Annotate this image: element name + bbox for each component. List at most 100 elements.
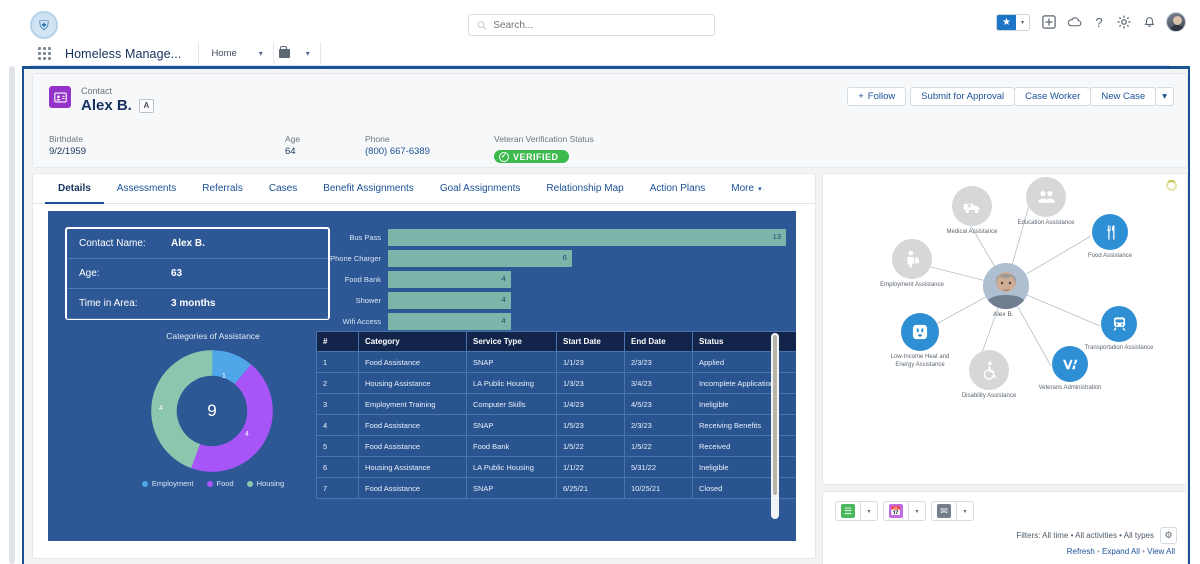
new-case-button[interactable]: New Case xyxy=(1090,87,1157,106)
cell-number: 7 xyxy=(316,477,359,499)
new-task-chevron-down-icon[interactable]: ▾ xyxy=(860,502,877,520)
favorites-button[interactable]: ★ ▾ xyxy=(996,13,1030,31)
tab-assessments[interactable]: Assessments xyxy=(104,174,189,204)
case-worker-button[interactable]: Case Worker xyxy=(1014,87,1092,106)
col-header-category[interactable]: Category xyxy=(358,331,467,352)
help-icon[interactable]: ? xyxy=(1091,14,1107,30)
cell-service-type: Computer Skills xyxy=(466,393,557,415)
follow-label: Follow xyxy=(867,91,896,102)
gear-icon[interactable]: ⚙ xyxy=(1160,527,1177,544)
object-chevron-down-icon[interactable]: ▾ xyxy=(296,42,320,66)
log-email-button[interactable]: ✉ ▾ xyxy=(931,501,974,521)
page-scrollbar[interactable] xyxy=(9,66,15,564)
app-launcher-icon[interactable] xyxy=(38,46,52,61)
col-header-service-type[interactable]: Service Type xyxy=(466,331,557,352)
cell-service-type: LA Public Housing xyxy=(466,456,557,478)
log-email-chevron-down-icon[interactable]: ▾ xyxy=(956,502,973,520)
task-icon[interactable]: ☰ xyxy=(836,502,860,520)
calendar-icon[interactable]: 📅 xyxy=(884,502,908,520)
map-center-node-avatar[interactable] xyxy=(983,263,1029,309)
cell-service-type: LA Public Housing xyxy=(466,372,557,394)
bar-row: Bus Pass 13 xyxy=(316,227,786,247)
col-header-end-date[interactable]: End Date xyxy=(624,331,693,352)
table-row[interactable]: 6 Housing Assistance LA Public Housing 1… xyxy=(316,456,796,478)
col-header-number[interactable]: # xyxy=(316,331,359,352)
accessibility-chip[interactable]: A xyxy=(138,99,154,113)
tab-benefit-assignments[interactable]: Benefit Assignments xyxy=(310,174,427,204)
tab-goal-assignments[interactable]: Goal Assignments xyxy=(427,174,534,204)
refresh-link[interactable]: Refresh xyxy=(1067,547,1095,556)
details-column: Details Assessments Referrals Cases Bene… xyxy=(32,173,816,559)
favorites-caret-icon[interactable]: ▾ xyxy=(1016,14,1029,30)
table-row[interactable]: 3 Employment Training Computer Skills 1/… xyxy=(316,393,796,415)
tab-relationship-map[interactable]: Relationship Map xyxy=(533,174,636,204)
new-task-button[interactable]: ☰ ▾ xyxy=(835,501,878,521)
view-all-link[interactable]: View All xyxy=(1147,547,1175,556)
notifications-bell-icon[interactable] xyxy=(1141,14,1157,30)
map-node-medical-assistance[interactable]: Medical Assistance xyxy=(935,186,1009,237)
dashboard-panel: Contact Name: Alex B. Age: 63 Time in Ar… xyxy=(48,211,796,541)
cell-end-date: 3/4/23 xyxy=(624,372,693,394)
cloud-icon[interactable] xyxy=(1066,14,1082,30)
donut-label-food: 4 xyxy=(245,431,249,438)
cell-service-type: SNAP xyxy=(466,351,557,373)
salesforce-logo-icon: ⛨ xyxy=(30,11,58,39)
legend-dot xyxy=(141,480,148,487)
new-event-chevron-down-icon[interactable]: ▾ xyxy=(908,502,925,520)
more-actions-chevron-down-icon[interactable]: ▾ xyxy=(1155,87,1174,106)
table-scrollbar-thumb[interactable] xyxy=(773,335,777,495)
legend-item-housing[interactable]: Housing xyxy=(246,479,284,488)
summary-key: Contact Name: xyxy=(79,238,146,249)
tab-cases[interactable]: Cases xyxy=(256,174,310,204)
col-header-start-date[interactable]: Start Date xyxy=(556,331,625,352)
col-header-status[interactable]: Status xyxy=(692,331,796,352)
legend-item-food[interactable]: Food xyxy=(206,479,234,488)
tab-referrals[interactable]: Referrals xyxy=(189,174,256,204)
cell-start-date: 1/5/23 xyxy=(556,414,625,436)
record-object-label: Contact xyxy=(81,86,113,96)
tab-action-plans[interactable]: Action Plans xyxy=(637,174,719,204)
cell-category: Housing Assistance xyxy=(358,372,467,394)
table-row[interactable]: 1 Food Assistance SNAP 1/1/23 2/3/23 App… xyxy=(316,351,796,373)
user-avatar[interactable] xyxy=(1166,12,1186,32)
bar-row: Shower 4 xyxy=(316,290,786,310)
map-node-disability-assistance[interactable]: Disability Assistance xyxy=(952,350,1026,401)
cell-number: 1 xyxy=(316,351,359,373)
map-node-veterans-administration[interactable]: Veterans Administration xyxy=(1033,346,1107,393)
record-fields: Birthdate 9/2/1959 Age 64 Phone (800) 66… xyxy=(33,115,1187,163)
table-row[interactable]: 5 Food Assistance Food Bank 1/5/22 1/5/2… xyxy=(316,435,796,457)
table-scrollbar[interactable] xyxy=(771,333,779,519)
relationship-map-panel: Medical Assistance Education Assistance … xyxy=(822,173,1188,485)
cell-start-date: 6/25/21 xyxy=(556,477,625,499)
table-row[interactable]: 7 Food Assistance SNAP 6/25/21 10/25/21 … xyxy=(316,477,796,499)
submit-for-approval-button[interactable]: Submit for Approval xyxy=(910,87,1016,106)
global-search[interactable] xyxy=(468,14,715,36)
map-node-food-assistance[interactable]: Food Assistance xyxy=(1073,214,1147,261)
details-card: Details Assessments Referrals Cases Bene… xyxy=(32,173,816,559)
nav-tab-home-chevron-down-icon[interactable]: ▾ xyxy=(249,42,273,66)
new-event-button[interactable]: 📅 ▾ xyxy=(883,501,926,521)
table-row[interactable]: 4 Food Assistance SNAP 1/5/23 2/3/23 Rec… xyxy=(316,414,796,436)
table-row[interactable]: 2 Housing Assistance LA Public Housing 1… xyxy=(316,372,796,394)
donut-center-total: 9 xyxy=(207,401,217,420)
search-input[interactable] xyxy=(493,19,706,31)
map-node-low-income-heat-and-energy-assistance[interactable]: Low-Income Heat and Energy Assistance xyxy=(883,313,957,369)
expand-all-link[interactable]: Expand All xyxy=(1102,547,1140,556)
map-node-education-assistance[interactable]: Education Assistance xyxy=(1009,177,1083,228)
legend-item-employment[interactable]: Employment xyxy=(141,479,194,488)
tab-details[interactable]: Details xyxy=(45,174,104,204)
gear-icon[interactable] xyxy=(1116,14,1132,30)
tab-more[interactable]: More ▾ xyxy=(718,174,774,204)
follow-button[interactable]: + Follow xyxy=(847,87,907,106)
app-launcher-plus-icon[interactable] xyxy=(1041,14,1057,30)
nav-tab-home[interactable]: Home xyxy=(199,42,248,66)
map-node-employment-assistance[interactable]: Employment Assistance xyxy=(875,239,949,290)
bar-track: 4 xyxy=(388,270,786,288)
cell-category: Food Assistance xyxy=(358,414,467,436)
app-name[interactable]: Homeless Manage... xyxy=(65,47,181,61)
briefcase-icon[interactable] xyxy=(274,42,296,66)
field-phone-value[interactable]: (800) 667-6389 xyxy=(365,145,490,159)
favorites-star-icon[interactable]: ★ xyxy=(997,14,1016,30)
email-icon[interactable]: ✉ xyxy=(932,502,956,520)
cell-number: 2 xyxy=(316,372,359,394)
